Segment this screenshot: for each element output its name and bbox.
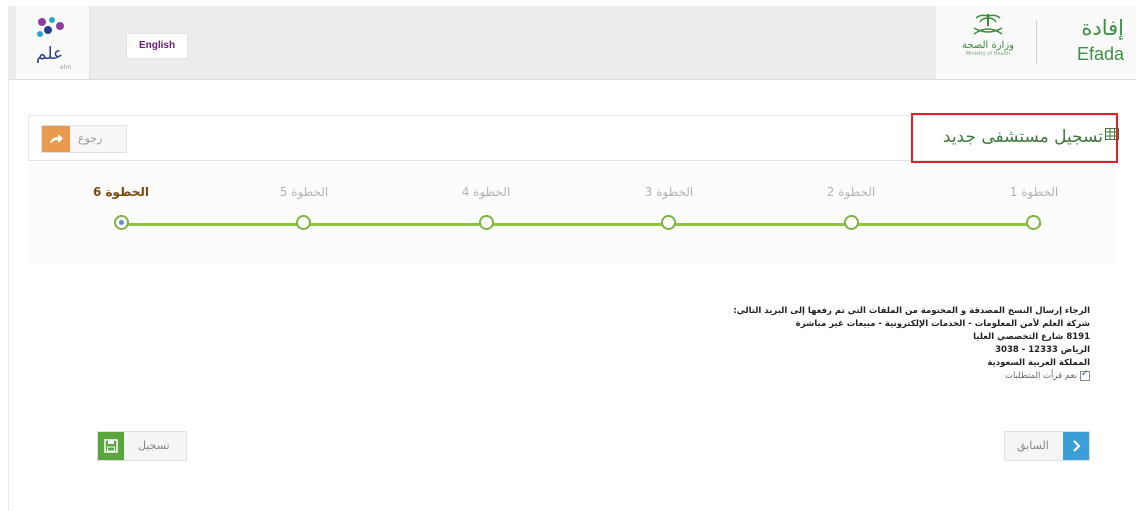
requirements-checkbox-label: نعم قرأت المتطلبات — [1004, 371, 1077, 381]
step-3-node[interactable] — [661, 215, 676, 230]
elm-logo-subtext: elm — [60, 64, 72, 71]
frame-border — [8, 79, 9, 511]
step-1-label: الخطوة 1 — [1009, 185, 1059, 199]
elm-logo[interactable]: علم elm — [16, 6, 90, 79]
step-2-node[interactable] — [844, 215, 859, 230]
step-1-node[interactable] — [1026, 215, 1041, 230]
step-5-node[interactable] — [296, 215, 311, 230]
logo-divider — [1036, 20, 1037, 64]
register-button[interactable]: تسجيل — [97, 431, 187, 461]
requirements-checkbox[interactable] — [1080, 368, 1090, 381]
moh-name-arabic: وزارة الصحة — [962, 40, 1014, 51]
step-4-label: الخطوة 4 — [461, 185, 511, 199]
progress-line — [121, 223, 1041, 226]
back-label: رجوع — [78, 132, 103, 145]
step-5-label: الخطوة 5 — [279, 185, 329, 199]
highlight-box — [911, 113, 1118, 163]
chevron-right-icon — [1063, 432, 1089, 460]
efada-logo-arabic: إفادة — [1081, 16, 1124, 40]
ministry-of-health-logo: وزارة الصحة Ministry of Health — [950, 12, 1026, 74]
save-disk-icon — [98, 432, 124, 460]
register-label: تسجيل — [138, 439, 170, 452]
elm-logo-text: علم — [36, 44, 64, 64]
panel-header: رجوع تسجيل مستشفى جديد — [28, 113, 1119, 163]
previous-button[interactable]: السابق — [1004, 431, 1090, 461]
efada-logo-english: Efada — [1076, 44, 1124, 64]
instruction-line: شركة العلم لأمن المعلومات - الخدمات الإل… — [795, 319, 1090, 329]
top-header: علم elm English وزارة الصحة Ministry of … — [8, 6, 1136, 80]
previous-label: السابق — [1017, 439, 1049, 452]
step-6-node[interactable] — [114, 215, 129, 230]
palm-swords-icon — [973, 14, 1003, 35]
moh-name-english: Ministry of Health — [965, 51, 1011, 57]
step-4-node[interactable] — [479, 215, 494, 230]
share-arrow-icon — [42, 126, 70, 152]
instruction-line: الرجاء إرسال النسخ المصدقة و المختومة من… — [733, 306, 1090, 316]
step-6-label: الخطوة 6 — [92, 185, 150, 199]
requirements-checkbox-row[interactable]: نعم قرأت المتطلبات — [660, 368, 1090, 383]
brand-logos: وزارة الصحة Ministry of Health إفادة Efa… — [936, 6, 1136, 79]
step-3-label: الخطوة 3 — [644, 185, 694, 199]
mailing-instructions: الرجاء إرسال النسخ المصدقة و المختومة من… — [660, 305, 1090, 383]
instruction-line: الرياض 12333 - 3038 — [995, 345, 1090, 355]
elm-logo-icon — [37, 17, 64, 37]
back-button[interactable]: رجوع — [41, 125, 127, 153]
step-progress: الخطوة 6 الخطوة 5 الخطوة 4 الخطوة 3 الخط… — [28, 163, 1116, 265]
step-2-label: الخطوة 2 — [826, 185, 876, 199]
instruction-line: 8191 شارع التخصصي العليا — [973, 332, 1090, 342]
instruction-line: المملكة العربية السعودية — [987, 358, 1090, 368]
language-toggle-button[interactable]: English — [126, 33, 188, 59]
